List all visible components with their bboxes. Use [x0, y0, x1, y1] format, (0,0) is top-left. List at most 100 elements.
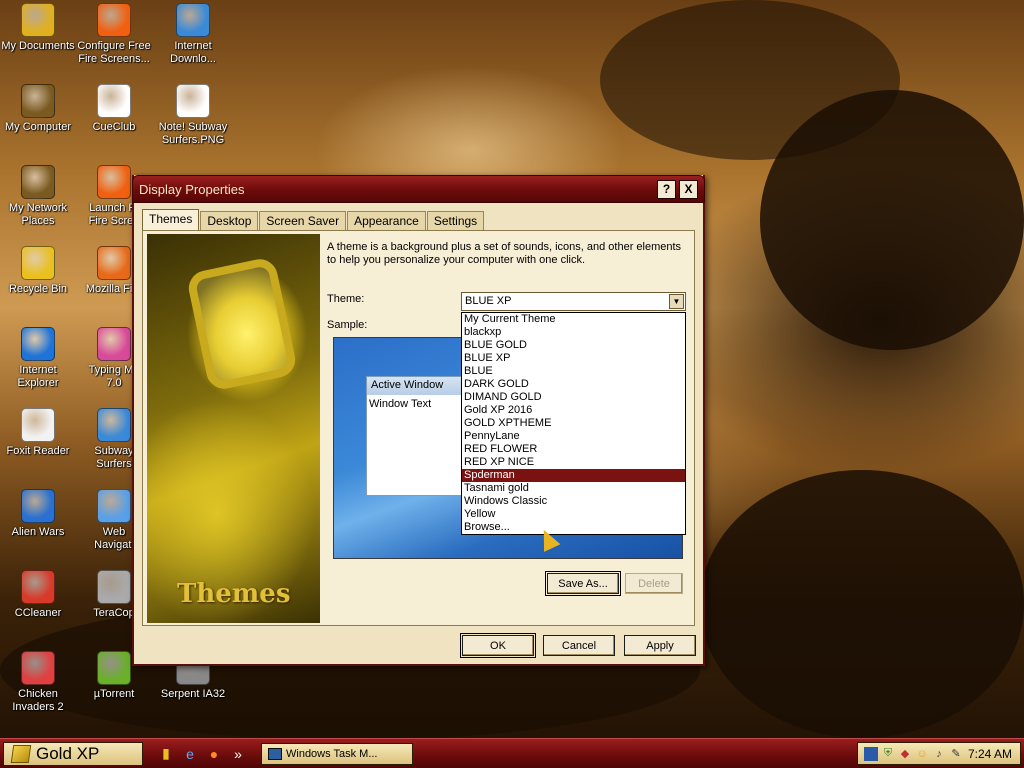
- display-tray-icon[interactable]: ◆: [898, 747, 912, 761]
- desktop-shortcut[interactable]: Alien Wars: [0, 489, 78, 539]
- pdf-reader-icon: [21, 408, 55, 442]
- tab-themes[interactable]: Themes: [142, 209, 200, 230]
- desktop-shortcut[interactable]: Note! Subway Surfers.PNG: [153, 84, 233, 147]
- desktop-shortcut[interactable]: My Network Places: [0, 165, 78, 228]
- theme-option[interactable]: BLUE: [462, 365, 685, 378]
- network-icon: [21, 165, 55, 199]
- theme-option[interactable]: Yellow: [462, 508, 685, 521]
- desktop-shortcut-label: Configure Free Fire Screens...: [77, 40, 151, 65]
- theme-select[interactable]: BLUE XP ▼: [461, 292, 686, 311]
- theme-option[interactable]: RED XP NICE: [462, 456, 685, 469]
- theme-option[interactable]: Gold XP 2016: [462, 404, 685, 417]
- desktop-shortcut-label: CCleaner: [14, 607, 62, 619]
- desktop-shortcut[interactable]: My Computer: [0, 84, 78, 134]
- firefox-icon[interactable]: ●: [205, 745, 223, 763]
- theme-option[interactable]: Tasnami gold: [462, 482, 685, 495]
- close-button[interactable]: X: [679, 179, 698, 199]
- tab-desktop[interactable]: Desktop: [200, 211, 259, 230]
- utorrent-icon: [97, 651, 131, 685]
- shield-tray-icon[interactable]: ⛨: [881, 747, 895, 761]
- recycle-bin-icon: [21, 246, 55, 280]
- desktop-shortcut-label: My Documents: [1, 40, 75, 52]
- fire-icon: [97, 165, 131, 199]
- cancel-button[interactable]: Cancel: [543, 635, 615, 656]
- desktop-shortcut[interactable]: Chicken Invaders 2: [0, 651, 78, 714]
- theme-option[interactable]: Spderman: [462, 469, 685, 482]
- theme-option[interactable]: blackxp: [462, 326, 685, 339]
- show-desktop-icon[interactable]: ▮: [157, 745, 175, 763]
- sample-label: Sample:: [327, 319, 368, 331]
- image-file-icon: [176, 84, 210, 118]
- desktop-shortcut-label: Serpent IA32: [160, 688, 226, 700]
- quick-launch-chevron-icon[interactable]: »: [229, 745, 247, 763]
- help-button[interactable]: ?: [657, 179, 676, 199]
- firefox-icon: [97, 246, 131, 280]
- tab-appearance[interactable]: Appearance: [347, 211, 426, 230]
- taskbar-button-label: Windows Task M...: [286, 747, 378, 760]
- desktop-shortcut[interactable]: Internet Explorer: [0, 327, 78, 390]
- desktop-shortcut[interactable]: CueClub: [74, 84, 154, 134]
- start-button-label: Gold XP: [36, 743, 100, 763]
- gold-emblem-icon: [185, 255, 299, 393]
- theme-option[interactable]: Windows Classic: [462, 495, 685, 508]
- theme-select-value: BLUE XP: [465, 295, 512, 307]
- display-properties-window: Display Properties ? X Themes Desktop Sc…: [132, 175, 705, 666]
- theme-option[interactable]: RED FLOWER: [462, 443, 685, 456]
- desktop-shortcut-label: Foxit Reader: [6, 445, 70, 457]
- tree-foliage: [760, 90, 1024, 350]
- theme-option[interactable]: DARK GOLD: [462, 378, 685, 391]
- theme-option[interactable]: Browse...: [462, 521, 685, 534]
- theme-option[interactable]: DIMAND GOLD: [462, 391, 685, 404]
- tab-settings[interactable]: Settings: [426, 211, 485, 230]
- smiley-tray-icon[interactable]: ☺: [915, 747, 929, 761]
- themes-banner-image: Themes: [147, 234, 320, 623]
- desktop-shortcut-label: Internet Explorer: [17, 364, 59, 389]
- delete-button[interactable]: Delete: [625, 573, 683, 594]
- desktop-shortcut-label: Chicken Invaders 2: [12, 688, 64, 713]
- internet-explorer-icon[interactable]: e: [181, 745, 199, 763]
- desktop-shortcut-label: Recycle Bin: [8, 283, 68, 295]
- system-tray: ⛨ ◆ ☺ ♪ ✎ 7:24 AM: [857, 742, 1021, 765]
- desktop-shortcut-label: Note! Subway Surfers.PNG: [158, 121, 228, 146]
- banner-text: Themes: [177, 579, 291, 609]
- window-title: Display Properties: [139, 181, 245, 197]
- desktop-shortcut[interactable]: Configure Free Fire Screens...: [74, 3, 154, 66]
- theme-option[interactable]: BLUE GOLD: [462, 339, 685, 352]
- web-globe-icon: [97, 489, 131, 523]
- ccleaner-icon: [21, 570, 55, 604]
- title-bar[interactable]: Display Properties ? X: [132, 175, 705, 203]
- internet-explorer-icon: [21, 327, 55, 361]
- typing-master-icon: [97, 327, 131, 361]
- theme-option[interactable]: GOLD XPTHEME: [462, 417, 685, 430]
- theme-option[interactable]: BLUE XP: [462, 352, 685, 365]
- quick-launch: ▮ e ● »: [157, 745, 253, 763]
- desktop-shortcut-label: CueClub: [92, 121, 136, 133]
- tab-screen-saver[interactable]: Screen Saver: [259, 211, 347, 230]
- tab-strip: Themes Desktop Screen Saver Appearance S…: [142, 209, 485, 230]
- chevron-down-icon[interactable]: ▼: [669, 294, 684, 309]
- desktop-shortcut[interactable]: Foxit Reader: [0, 408, 78, 458]
- theme-option[interactable]: PennyLane: [462, 430, 685, 443]
- desktop-shortcut[interactable]: Internet Downlo...: [153, 3, 233, 66]
- network-tray-icon[interactable]: [864, 746, 878, 761]
- clock: 7:24 AM: [967, 746, 1012, 761]
- save-as-button[interactable]: Save As...: [545, 571, 621, 596]
- desktop-shortcut-label: My Network Places: [8, 202, 68, 227]
- desktop-shortcut-label: My Computer: [4, 121, 72, 133]
- apply-button[interactable]: Apply: [624, 635, 696, 656]
- pen-tray-icon[interactable]: ✎: [949, 747, 963, 761]
- desktop-shortcut[interactable]: CCleaner: [0, 570, 78, 620]
- theme-label: Theme:: [327, 293, 365, 305]
- desktop-shortcut[interactable]: My Documents: [0, 3, 78, 53]
- theme-option[interactable]: My Current Theme: [462, 313, 685, 326]
- taskbar-button-task-manager[interactable]: Windows Task M...: [261, 742, 413, 765]
- task-manager-icon: [268, 747, 282, 760]
- volume-tray-icon[interactable]: ♪: [932, 747, 946, 761]
- ok-button[interactable]: OK: [460, 633, 536, 658]
- theme-description: A theme is a background plus a set of so…: [327, 241, 682, 266]
- start-button[interactable]: Gold XP: [3, 741, 143, 766]
- fire-icon: [97, 3, 131, 37]
- windows-logo-icon: [10, 744, 32, 763]
- theme-dropdown-list: My Current Theme blackxp BLUE GOLD BLUE XP B…: [461, 312, 686, 535]
- desktop-shortcut[interactable]: Recycle Bin: [0, 246, 78, 296]
